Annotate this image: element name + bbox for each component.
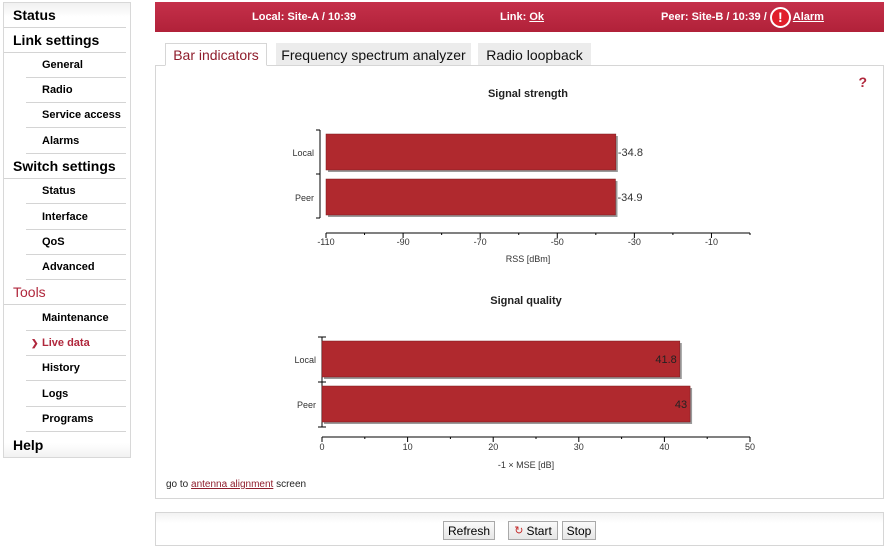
x-tick-label: -10 [705, 237, 718, 247]
value-label: -34.9 [617, 192, 642, 204]
sidebar-item-label: Interface [42, 211, 88, 223]
tab-bar-indicators[interactable]: Bar indicators [165, 43, 267, 66]
sidebar-item-label: Programs [42, 413, 94, 425]
sidebar-item-switch-settings[interactable]: Switch settings [4, 154, 126, 179]
x-tick-label: -70 [474, 237, 487, 247]
sidebar-item-label: Radio [42, 84, 73, 96]
sidebar-item-label: Logs [42, 388, 69, 400]
sidebar-item-alarms[interactable]: Alarms [26, 129, 126, 154]
status-header: Local: Site-A / 10:39 Link: Ok Peer: Sit… [155, 2, 884, 32]
refresh-button[interactable]: Refresh [443, 521, 495, 540]
sidebar-item-tools[interactable]: Tools [4, 280, 126, 305]
sidebar-item-label: QoS [42, 236, 65, 248]
sidebar-item-interface[interactable]: Interface [26, 205, 126, 230]
alarm-icon[interactable]: ! [769, 6, 791, 28]
sidebar-item-label: Tools [13, 284, 46, 300]
bar-local [325, 133, 617, 171]
sidebar-item-history[interactable]: History [26, 356, 126, 381]
x-tick-label: -50 [551, 237, 564, 247]
value-label: 41.8 [655, 354, 676, 366]
sidebar-item-status[interactable]: Status [26, 179, 126, 204]
sidebar-item-live-data[interactable]: ❯ Live data [26, 331, 126, 356]
x-tick-label: -110 [317, 237, 334, 247]
link-status: Link: Ok [500, 2, 544, 32]
start-label: Start [526, 523, 552, 538]
x-tick-label: 30 [574, 442, 584, 452]
alarm-link[interactable]: Alarm [793, 11, 824, 23]
link-ok-link[interactable]: Ok [529, 11, 544, 23]
x-tick-label: 20 [488, 442, 498, 452]
peer-status: Peer: Site-B / 10:39 / ! Alarm [661, 2, 824, 32]
sidebar-item-label: Switch settings [13, 158, 116, 174]
category-label: Peer [297, 400, 316, 410]
sidebar-item-label: History [42, 362, 80, 374]
sidebar-item-label: Help [13, 436, 44, 453]
sidebar-item-label: Status [13, 7, 56, 23]
bar-peer [325, 178, 616, 216]
footnote-prefix: go to [166, 479, 192, 490]
bar-local [321, 340, 681, 378]
sidebar-item-label: Service access [42, 109, 121, 121]
sidebar-item-service-access[interactable]: Service access [26, 103, 126, 128]
category-label: Local [294, 355, 316, 365]
x-axis-label: -1 × MSE [dB] [498, 460, 554, 470]
sidebar-item-radio[interactable]: Radio [26, 78, 126, 103]
sidebar-nav: Status Link settings General Radio Service a… [3, 2, 131, 458]
sidebar-item-programs[interactable]: Programs [26, 407, 126, 432]
bar-peer [321, 385, 691, 423]
active-chevron-icon: ❯ [31, 337, 39, 348]
value-label: 43 [675, 399, 687, 411]
sidebar-item-help[interactable]: Help [4, 432, 126, 457]
start-icon: ↻ [514, 525, 524, 537]
sidebar-item-status[interactable]: Status [4, 3, 126, 28]
x-tick-label: -90 [397, 237, 410, 247]
sidebar-item-label: Advanced [42, 261, 95, 273]
x-axis-label: RSS [dBm] [506, 254, 551, 264]
sidebar-item-logs[interactable]: Logs [26, 382, 126, 407]
peer-label: Peer: Site-B / 10:39 / [661, 11, 767, 23]
chart-title: Signal strength [488, 88, 568, 100]
category-label: Local [292, 148, 314, 158]
antenna-alignment-link[interactable]: antenna alignment [191, 479, 273, 490]
sidebar-item-general[interactable]: General [26, 53, 126, 78]
bar-indicators-panel: ? Signal strength Local -34.8 Peer -34.9 -110… [155, 65, 884, 499]
stop-button[interactable]: Stop [562, 521, 596, 540]
start-button[interactable]: ↻ Start [508, 521, 558, 540]
local-status: Local: Site-A / 10:39 [252, 11, 357, 23]
sidebar-item-label: Alarms [42, 135, 80, 147]
x-tick-label: 50 [745, 442, 755, 452]
link-label: Link: [500, 11, 527, 23]
sidebar-item-link-settings[interactable]: Link settings [4, 28, 126, 53]
x-tick-label: 0 [319, 442, 324, 452]
tab-frequency-spectrum-analyzer[interactable]: Frequency spectrum analyzer [276, 43, 471, 66]
sidebar-item-maintenance[interactable]: Maintenance [26, 306, 126, 331]
sidebar-item-label: General [42, 59, 83, 71]
charts-canvas: Signal strength Local -34.8 Peer -34.9 -110 -9… [292, 88, 755, 470]
sidebar-item-label: Status [42, 185, 76, 197]
x-tick-label: -30 [628, 237, 641, 247]
x-tick-label: 40 [659, 442, 669, 452]
footnote: go to antenna alignment screen [166, 479, 306, 490]
tab-radio-loopback[interactable]: Radio loopback [478, 43, 591, 66]
sidebar-item-qos[interactable]: QoS [26, 230, 126, 255]
chart-title: Signal quality [490, 295, 562, 307]
x-tick-label: 10 [403, 442, 413, 452]
value-label: -34.8 [618, 147, 643, 159]
sidebar-item-label: Maintenance [42, 312, 109, 324]
bottom-toolbar: Refresh ↻ Start Stop [155, 512, 884, 546]
footnote-suffix: screen [273, 479, 307, 490]
category-label: Peer [295, 193, 314, 203]
sidebar-item-advanced[interactable]: Advanced [26, 255, 126, 280]
sidebar-item-label: Link settings [13, 32, 100, 48]
sidebar-item-label: Live data [42, 337, 90, 349]
